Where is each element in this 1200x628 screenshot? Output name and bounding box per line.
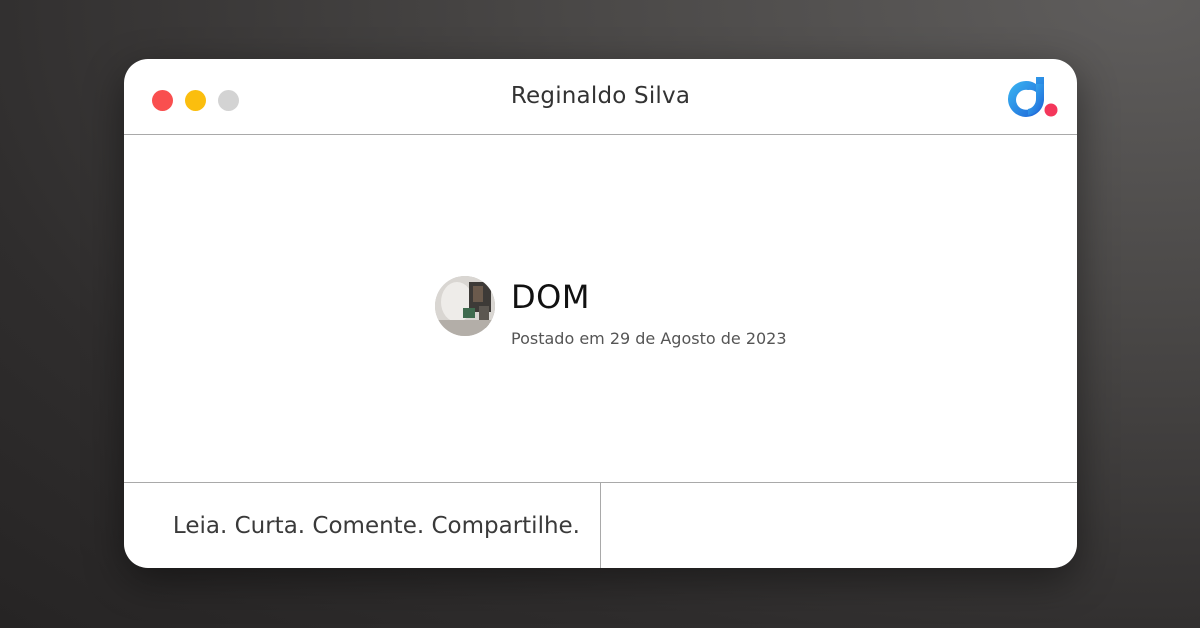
title-bar: Reginaldo Silva (124, 59, 1077, 135)
post-summary[interactable]: DOM Postado em 29 de Agosto de 2023 (435, 276, 835, 356)
author-avatar[interactable] (435, 276, 495, 336)
avatar-photo-icon (435, 276, 495, 336)
post-content-area: DOM Postado em 29 de Agosto de 2023 (124, 135, 1077, 482)
post-date: Postado em 29 de Agosto de 2023 (511, 329, 787, 348)
post-title[interactable]: DOM (511, 278, 590, 316)
window-title: Reginaldo Silva (510, 83, 691, 109)
footer-divider (600, 483, 601, 568)
dio-logo-icon (1008, 77, 1058, 117)
tagline: Leia. Curta. Comente. Compartilhe. (172, 513, 580, 539)
post-card-window: Reginaldo Silva DOM Postado em 29 de Ago… (124, 59, 1077, 568)
footer-bar: Leia. Curta. Comente. Compartilhe. (124, 482, 1077, 568)
